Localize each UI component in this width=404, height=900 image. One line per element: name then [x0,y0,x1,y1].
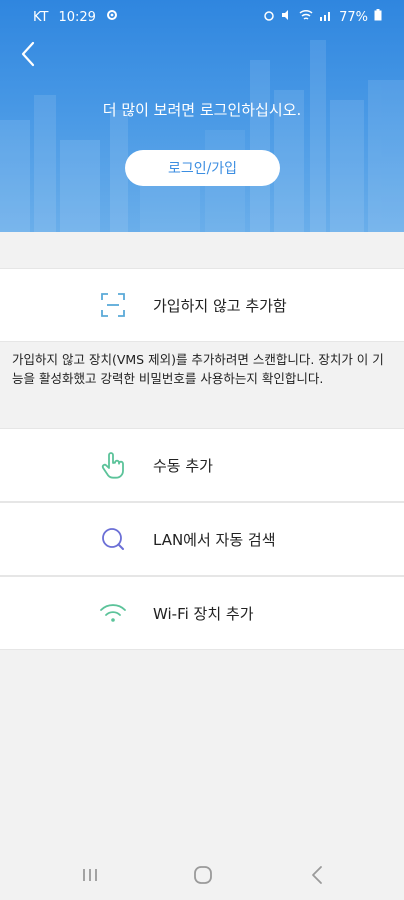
wifi-add-row[interactable]: Wi-Fi 장치 추가 [0,576,404,650]
lan-search-label: LAN에서 자동 검색 [153,530,276,549]
home-button[interactable] [188,862,218,888]
clock: 10:29 [58,9,96,25]
lan-search-row[interactable]: LAN에서 자동 검색 [0,502,404,576]
status-bar: KT 10:29 77% [0,0,404,34]
login-header: KT 10:29 77% 더 많이 보려면 로그인하십시오. 로그인/가입 [0,0,404,232]
settings-gear-icon [106,9,118,25]
hand-pointer-icon [98,450,128,480]
search-icon [98,524,128,554]
manual-add-row[interactable]: 수동 추가 [0,428,404,502]
recent-apps-button[interactable] [75,862,105,888]
alarm-icon [263,9,275,25]
signal-icon [319,9,333,25]
home-icon [194,866,212,884]
login-signup-button[interactable]: 로그인/가입 [125,150,280,186]
manual-add-label: 수동 추가 [153,456,213,475]
system-back-button[interactable] [302,862,332,888]
mute-icon [281,9,293,25]
wifi-status-icon [299,9,313,25]
add-without-signup-row[interactable]: 가입하지 않고 추가함 [0,268,404,342]
battery-icon [374,9,382,25]
carrier-label: KT [33,9,49,25]
chevron-left-icon [21,41,35,67]
recent-apps-icon [83,869,97,881]
system-navigation-bar [0,850,404,900]
scan-description: 가입하지 않고 장치(VMS 제외)를 추가하려면 스캔합니다. 장치가 이 기… [12,352,384,386]
wifi-add-label: Wi-Fi 장치 추가 [153,604,254,623]
back-arrow-icon [312,866,322,884]
wifi-icon [98,598,128,628]
battery-percent: 77% [339,9,368,25]
scan-icon [98,290,128,320]
back-button[interactable] [10,36,46,72]
login-prompt: 더 많이 보려면 로그인하십시오. [102,101,302,119]
add-without-signup-label: 가입하지 않고 추가함 [153,296,287,315]
